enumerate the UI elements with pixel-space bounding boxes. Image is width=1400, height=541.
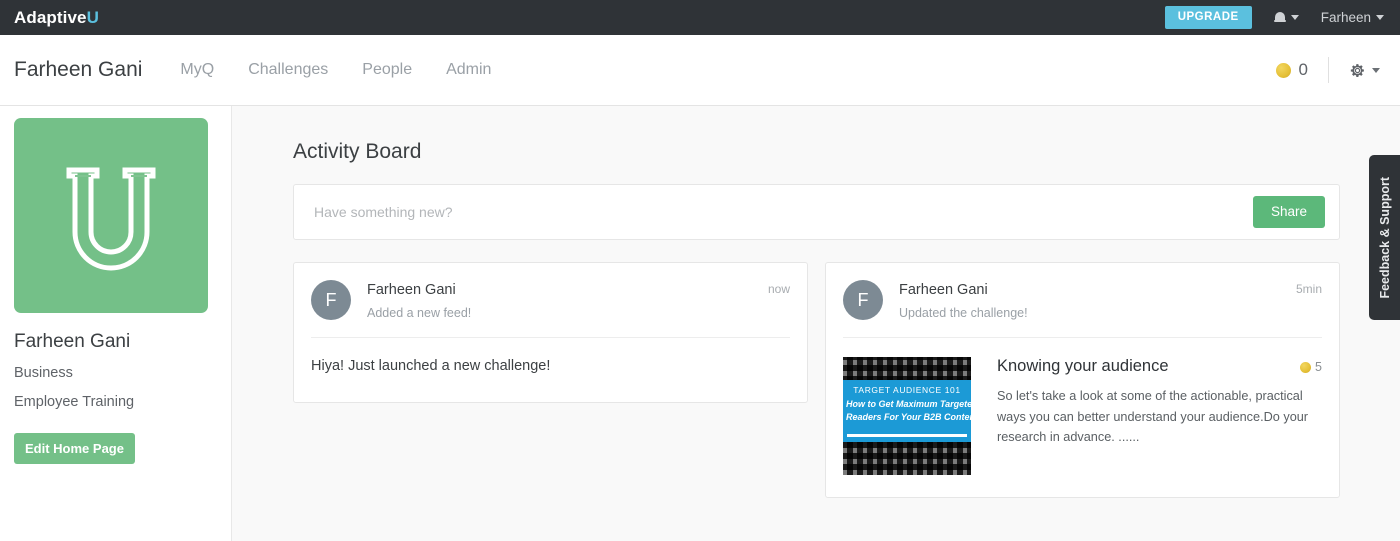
nav-right-actions: 0 [1275,57,1400,83]
chevron-down-icon [1290,15,1299,20]
top-bar: AdaptiveU UPGRADE Farheen [0,0,1400,35]
organization-logo-card [14,118,208,313]
edit-home-page-button[interactable]: Edit Home Page [14,432,135,464]
thumbnail-kicker: TARGET AUDIENCE 101 [853,385,961,396]
challenge-description: So let's take a look at some of the acti… [997,389,1309,445]
feed-card-body: Hiya! Just launched a new challenge! [311,338,790,402]
sidebar: Farheen Gani Business Employee Training … [0,106,232,541]
feed-author[interactable]: Farheen Gani [899,281,1028,301]
challenge-points-value: 5 [1315,360,1322,375]
avatar: F [843,280,883,321]
profile-name: Farheen Gani [14,331,131,352]
page-title: Farheen Gani [14,58,143,81]
user-menu[interactable]: Farheen [1321,10,1384,25]
feed-body-text: Hiya! Just launched a new challenge! [311,358,551,375]
post-composer: Share [293,184,1340,241]
thumbnail-rule [847,434,967,438]
settings-menu[interactable] [1349,62,1380,79]
profile-category: Business [14,364,73,381]
user-menu-label: Farheen [1320,10,1371,25]
main-content: Activity Board Share F Farheen Gani Adde… [232,106,1400,541]
chevron-down-icon [1372,67,1380,73]
body: Farheen Gani Business Employee Training … [0,106,1400,541]
feed-card-header: F Farheen Gani Added a new feed! now [311,263,790,339]
feed-action: Added a new feed! [367,305,472,320]
feed-action: Updated the challenge! [899,305,1028,320]
thumbnail-caption: TARGET AUDIENCE 101 How to Get Maximum T… [843,380,971,443]
gear-icon [1350,63,1364,77]
activity-board-title: Activity Board [293,140,422,163]
coin-icon [1300,361,1312,373]
upgrade-button[interactable]: UPGRADE [1164,5,1252,30]
feed-card: F Farheen Gani Updated the challenge! 5m… [825,262,1340,499]
avatar: F [311,280,351,321]
challenge-title[interactable]: Knowing your audience [997,357,1300,377]
composer-input[interactable] [314,204,1253,221]
nav-item-admin[interactable]: Admin [446,61,491,79]
feed-timestamp: 5min [1295,282,1322,297]
coin-icon [1275,62,1291,78]
app-root: AdaptiveU UPGRADE Farheen Farheen Gani M… [0,0,1400,541]
nav-item-people[interactable]: People [362,61,412,79]
feed-card: F Farheen Gani Added a new feed! now Hiy… [293,262,808,404]
coin-count: 0 [1298,60,1308,79]
activity-feed: F Farheen Gani Added a new feed! now Hiy… [293,262,1340,499]
challenge-details: Knowing your audience 5 So let's take a … [997,357,1322,475]
profile-type: Employee Training [14,393,135,410]
brand-accent-letter: U [86,8,99,27]
brand-logo[interactable]: AdaptiveU [14,9,99,26]
challenge-title-row: Knowing your audience 5 [997,357,1322,377]
thumbnail-headline-line2: Readers For Your B2B Content [846,412,971,423]
feed-timestamp: now [767,282,790,297]
notifications-menu[interactable] [1273,11,1299,25]
feedback-support-label: Feedback & Support [1377,176,1392,299]
top-bar-actions: UPGRADE Farheen [1164,0,1400,35]
university-u-icon [66,167,156,270]
nav-divider [1328,57,1329,83]
brand-name: Adaptive [14,8,87,27]
challenge-thumbnail[interactable]: TARGET AUDIENCE 101 How to Get Maximum T… [843,357,971,476]
nav-item-challenges[interactable]: Challenges [248,61,328,79]
share-button[interactable]: Share [1252,196,1325,228]
nav-links: MyQ Challenges People Admin [180,61,525,79]
thumbnail-headline-line1: How to Get Maximum Targeted [846,399,971,409]
chevron-down-icon [1376,15,1384,20]
challenge-preview[interactable]: TARGET AUDIENCE 101 How to Get Maximum T… [843,338,1322,497]
feed-card-header: F Farheen Gani Updated the challenge! 5m… [843,263,1322,339]
main-nav: Farheen Gani MyQ Challenges People Admin… [0,35,1400,106]
nav-item-myq[interactable]: MyQ [180,61,214,79]
challenge-points: 5 [1300,357,1322,374]
feed-card-meta: Farheen Gani Updated the challenge! [899,280,1028,322]
feedback-support-tab[interactable]: Feedback & Support [1369,155,1400,320]
feed-card-meta: Farheen Gani Added a new feed! [367,280,471,322]
bell-icon [1273,11,1286,25]
feed-author[interactable]: Farheen Gani [367,281,471,301]
